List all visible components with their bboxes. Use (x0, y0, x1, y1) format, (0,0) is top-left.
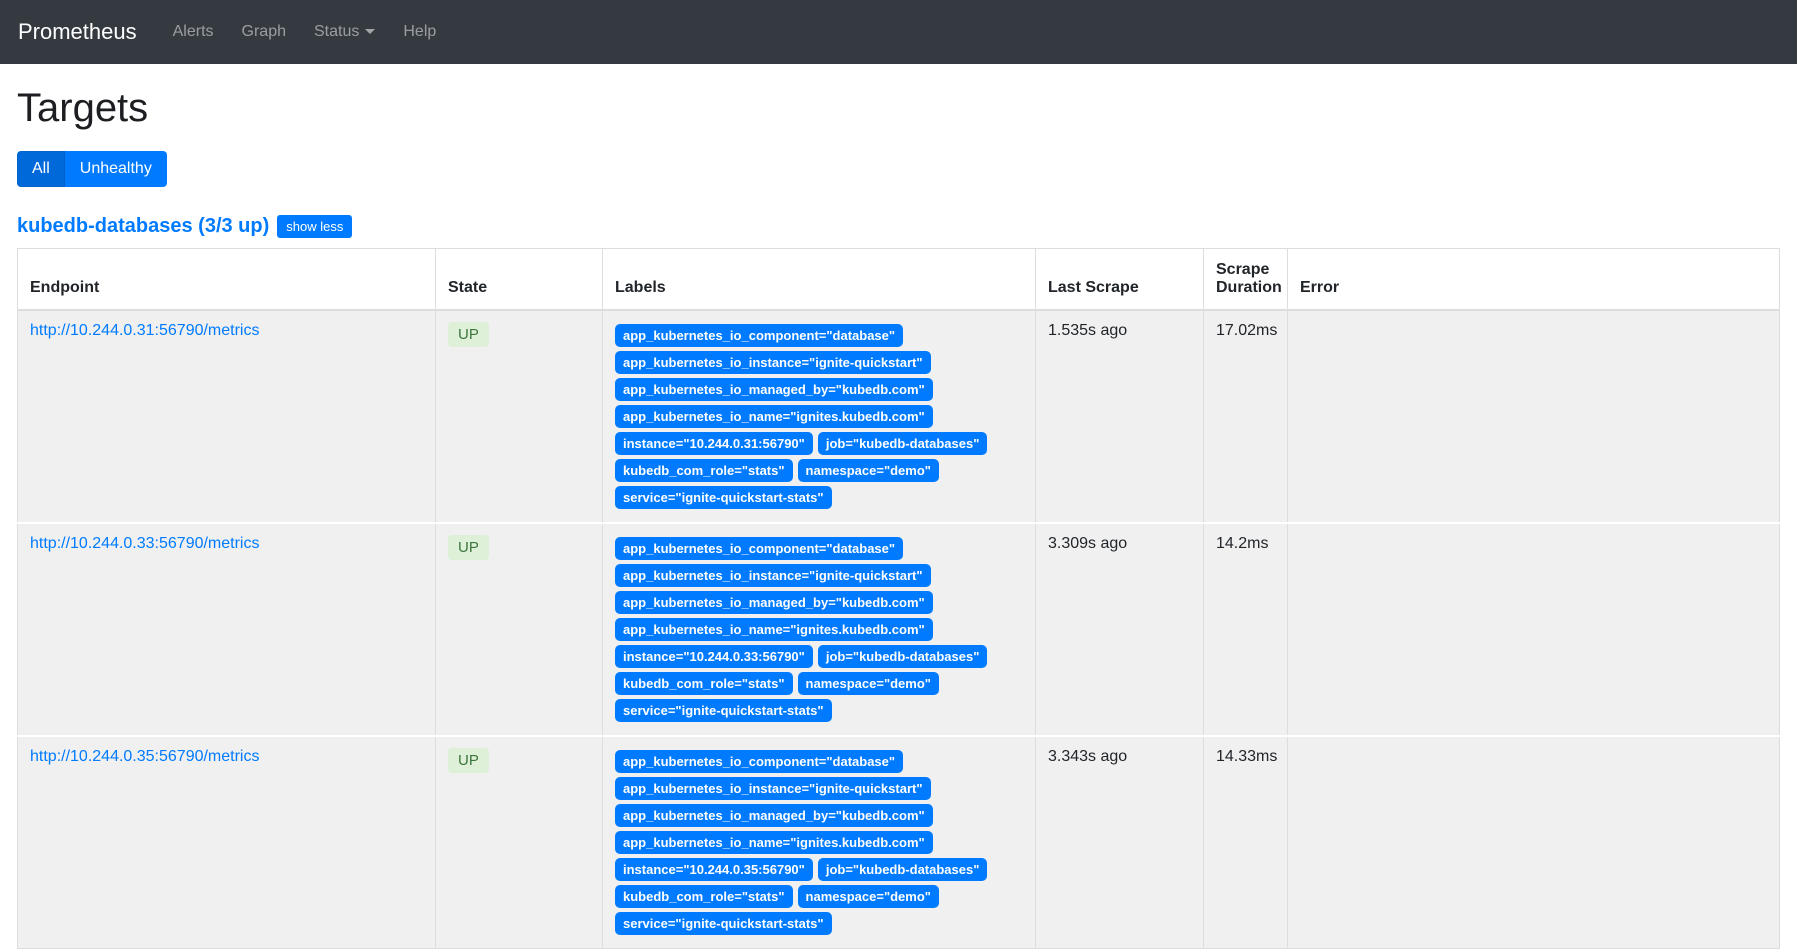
scrape-duration-cell: 17.02ms (1204, 310, 1288, 523)
filter-button-group: All Unhealthy (17, 151, 167, 187)
error-cell (1288, 736, 1780, 949)
endpoint-cell: http://10.244.0.33:56790/metrics (18, 523, 436, 736)
nav-item-graph[interactable]: Graph (232, 15, 296, 49)
show-less-button[interactable]: show less (277, 215, 352, 238)
table-row: http://10.244.0.35:56790/metrics UP app_ku… (18, 736, 1780, 949)
label-badge: namespace="demo" (798, 885, 939, 908)
last-scrape-cell: 1.535s ago (1036, 310, 1204, 523)
nav-item-alerts[interactable]: Alerts (163, 15, 224, 49)
label-badge: app_kubernetes_io_component="database" (615, 750, 903, 773)
error-cell (1288, 523, 1780, 736)
label-badge: kubedb_com_role="stats" (615, 672, 793, 695)
labels-cell: app_kubernetes_io_component="database"ap… (603, 523, 1036, 736)
labels-cell: app_kubernetes_io_component="database"ap… (603, 310, 1036, 523)
label-badge: instance="10.244.0.31:56790" (615, 432, 813, 455)
targets-table-body: http://10.244.0.31:56790/metrics UP app_ku… (18, 310, 1780, 949)
nav-item-status[interactable]: Status (304, 15, 385, 49)
col-header-endpoint: Endpoint (18, 249, 436, 311)
label-badge: app_kubernetes_io_component="database" (615, 324, 903, 347)
state-cell: UP (436, 310, 603, 523)
label-badge: app_kubernetes_io_component="database" (615, 537, 903, 560)
label-badge: app_kubernetes_io_name="ignites.kubedb.c… (615, 618, 933, 641)
col-header-error: Error (1288, 249, 1780, 311)
chevron-down-icon (365, 29, 375, 34)
nav-item-status-label: Status (314, 23, 359, 40)
label-badge: namespace="demo" (798, 672, 939, 695)
label-badge: job="kubedb-databases" (818, 858, 988, 881)
targets-table: Endpoint State Labels Last Scrape Scrape… (17, 248, 1780, 949)
state-cell: UP (436, 736, 603, 949)
label-badge: service="ignite-quickstart-stats" (615, 486, 832, 509)
endpoint-cell: http://10.244.0.31:56790/metrics (18, 310, 436, 523)
label-badge: app_kubernetes_io_managed_by="kubedb.com… (615, 804, 933, 827)
col-header-state: State (436, 249, 603, 311)
main-content: Targets All Unhealthy kubedb-databases (… (0, 86, 1797, 949)
endpoint-cell: http://10.244.0.35:56790/metrics (18, 736, 436, 949)
label-badge: service="ignite-quickstart-stats" (615, 699, 832, 722)
label-badge: instance="10.244.0.33:56790" (615, 645, 813, 668)
endpoint-link[interactable]: http://10.244.0.31:56790/metrics (30, 322, 259, 339)
label-badge: app_kubernetes_io_managed_by="kubedb.com… (615, 378, 933, 401)
state-badge: UP (448, 748, 489, 773)
state-cell: UP (436, 523, 603, 736)
filter-unhealthy-button[interactable]: Unhealthy (65, 151, 167, 187)
state-badge: UP (448, 535, 489, 560)
label-badge: job="kubedb-databases" (818, 432, 988, 455)
job-header: kubedb-databases (3/3 up) show less (17, 215, 1780, 238)
navbar-menu: Alerts Graph Status Help (163, 15, 455, 49)
labels-cell: app_kubernetes_io_component="database"ap… (603, 736, 1036, 949)
table-row: http://10.244.0.33:56790/metrics UP app_ku… (18, 523, 1780, 736)
col-header-labels: Labels (603, 249, 1036, 311)
state-badge: UP (448, 322, 489, 347)
col-header-last-scrape: Last Scrape (1036, 249, 1204, 311)
label-badge: app_kubernetes_io_instance="ignite-quick… (615, 564, 931, 587)
label-badge: kubedb_com_role="stats" (615, 459, 793, 482)
label-badge: instance="10.244.0.35:56790" (615, 858, 813, 881)
label-badge: service="ignite-quickstart-stats" (615, 912, 832, 935)
navbar-brand[interactable]: Prometheus (18, 19, 137, 45)
label-badge: job="kubedb-databases" (818, 645, 988, 668)
page-title: Targets (17, 86, 1780, 131)
targets-table-head: Endpoint State Labels Last Scrape Scrape… (18, 249, 1780, 311)
error-cell (1288, 310, 1780, 523)
label-badge: namespace="demo" (798, 459, 939, 482)
table-row: http://10.244.0.31:56790/metrics UP app_ku… (18, 310, 1780, 523)
endpoint-link[interactable]: http://10.244.0.35:56790/metrics (30, 748, 259, 765)
filter-all-button[interactable]: All (17, 151, 65, 187)
last-scrape-cell: 3.309s ago (1036, 523, 1204, 736)
endpoint-link[interactable]: http://10.244.0.33:56790/metrics (30, 535, 259, 552)
label-badge: kubedb_com_role="stats" (615, 885, 793, 908)
job-title[interactable]: kubedb-databases (3/3 up) (17, 215, 269, 238)
label-badge: app_kubernetes_io_managed_by="kubedb.com… (615, 591, 933, 614)
navbar: Prometheus Alerts Graph Status Help (0, 0, 1797, 64)
label-badge: app_kubernetes_io_instance="ignite-quick… (615, 351, 931, 374)
label-badge: app_kubernetes_io_name="ignites.kubedb.c… (615, 405, 933, 428)
scrape-duration-cell: 14.2ms (1204, 523, 1288, 736)
label-badge: app_kubernetes_io_name="ignites.kubedb.c… (615, 831, 933, 854)
label-badge: app_kubernetes_io_instance="ignite-quick… (615, 777, 931, 800)
col-header-scrape-duration: Scrape Duration (1204, 249, 1288, 311)
scrape-duration-cell: 14.33ms (1204, 736, 1288, 949)
nav-item-help[interactable]: Help (393, 15, 446, 49)
last-scrape-cell: 3.343s ago (1036, 736, 1204, 949)
